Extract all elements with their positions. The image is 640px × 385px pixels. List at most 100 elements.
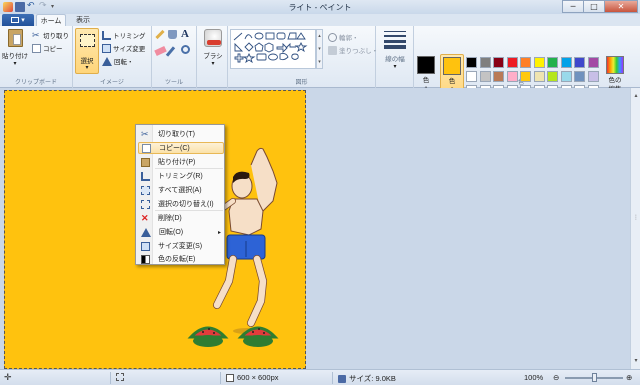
context-menu-item[interactable]: すべて選択(A) bbox=[138, 184, 224, 196]
selection-icon bbox=[116, 373, 124, 381]
cut-button[interactable]: ✂ 切り取り bbox=[32, 30, 69, 40]
close-button[interactable]: ✕ bbox=[604, 0, 638, 13]
palette-swatch[interactable] bbox=[533, 71, 545, 82]
zoom-in-button[interactable]: ⊕ bbox=[626, 373, 632, 382]
crop-label: トリミング bbox=[113, 33, 146, 40]
line-width-dropdown-icon: ▾ bbox=[393, 64, 397, 70]
palette-swatch[interactable] bbox=[560, 71, 572, 82]
scroll-up-icon[interactable]: ▴ bbox=[632, 92, 640, 100]
status-divider bbox=[110, 372, 111, 384]
resize-icon bbox=[102, 43, 111, 53]
palette-swatch[interactable] bbox=[574, 71, 585, 82]
image-group-label: イメージ bbox=[100, 80, 124, 86]
brushes-button[interactable]: ブラシ ▾ bbox=[200, 29, 226, 67]
zoom-text: 100% bbox=[524, 373, 544, 382]
shapes-group-label: 図形 bbox=[295, 80, 308, 86]
fill-icon bbox=[328, 45, 337, 55]
palette-swatch[interactable] bbox=[520, 71, 531, 82]
context-menu-item[interactable]: サイズ変更(S) bbox=[138, 240, 224, 252]
context-menu-item-label: すべて選択(A) bbox=[158, 187, 202, 194]
context-menu-item[interactable]: ✂ 切り取り(T) bbox=[138, 128, 224, 140]
context-menu-item-label: サイズ変更(S) bbox=[158, 243, 203, 250]
disk-icon bbox=[338, 374, 346, 383]
palette-swatch[interactable] bbox=[479, 71, 491, 82]
palette-swatch[interactable] bbox=[574, 57, 585, 68]
palette-swatch[interactable] bbox=[547, 57, 558, 68]
color-picker-icon[interactable] bbox=[165, 46, 176, 57]
context-menu-item-label: 削除(D) bbox=[158, 215, 182, 222]
paste-dropdown-icon: ▾ bbox=[13, 61, 17, 67]
palette-swatch[interactable] bbox=[520, 57, 531, 68]
zoom-out-icon: ⊖ bbox=[553, 373, 560, 382]
zoom-slider-thumb[interactable] bbox=[592, 373, 597, 382]
palette-swatch[interactable] bbox=[479, 57, 491, 68]
file-menu-button[interactable]: ▾ bbox=[2, 14, 34, 26]
tab-home[interactable]: ホーム bbox=[36, 14, 66, 26]
paste-label: 貼り付け bbox=[2, 53, 28, 60]
context-menu-item[interactable]: コピー(C) bbox=[138, 142, 224, 154]
selection-size bbox=[116, 373, 124, 381]
window-title: ライト - ペイント bbox=[288, 3, 352, 12]
select-button[interactable]: 選択 ▾ bbox=[75, 28, 99, 74]
scroll-thumb-grip[interactable]: ⋮ bbox=[633, 214, 639, 221]
shapes-gallery[interactable] bbox=[230, 29, 316, 69]
zoom-in-icon: ⊕ bbox=[626, 373, 633, 382]
palette-swatch[interactable] bbox=[466, 71, 477, 82]
file-size: サイズ: 9.0KB bbox=[338, 373, 396, 384]
outline-button[interactable]: 輪郭・ bbox=[328, 32, 359, 42]
context-menu-item[interactable]: トリミング(R) bbox=[138, 170, 224, 182]
scissors-icon: ✂ bbox=[32, 29, 40, 40]
brushes-dropdown-icon: ▾ bbox=[211, 61, 215, 67]
line-width-label: 線の幅 bbox=[385, 56, 405, 63]
rotate-icon bbox=[102, 56, 112, 66]
pencil-icon[interactable] bbox=[155, 29, 165, 40]
context-menu-item-label: トリミング(R) bbox=[158, 173, 203, 180]
shapes-scroll[interactable]: ▴ ▾ ▾ bbox=[316, 29, 323, 69]
palette-swatch[interactable] bbox=[547, 71, 558, 82]
copy-button[interactable]: コピー bbox=[32, 43, 63, 53]
vertical-scrollbar[interactable]: ▴ ⋮ ▾ bbox=[630, 88, 640, 369]
palette-swatch[interactable] bbox=[587, 71, 599, 82]
crop-button[interactable]: トリミング bbox=[102, 30, 146, 40]
line-width-button[interactable]: 線の幅 ▾ bbox=[380, 29, 410, 70]
magnifier-icon[interactable] bbox=[181, 45, 190, 54]
palette-swatch[interactable] bbox=[493, 71, 504, 82]
palette-swatch[interactable] bbox=[506, 57, 518, 68]
minimize-button[interactable]: ─ bbox=[562, 0, 584, 13]
context-menu-item[interactable]: 選択の切り替え(I) bbox=[138, 198, 224, 210]
paste-icon bbox=[7, 29, 23, 47]
zoom-out-button[interactable]: ⊖ bbox=[553, 373, 559, 382]
delete-icon: ✕ bbox=[141, 212, 149, 223]
scissors-icon: ✂ bbox=[141, 128, 149, 139]
resize-button[interactable]: サイズ変更 bbox=[102, 43, 145, 53]
context-menu-item[interactable]: 色の反転(E) bbox=[138, 253, 224, 265]
filesize-text: サイズ: 9.0KB bbox=[349, 374, 396, 383]
palette-swatch[interactable] bbox=[560, 57, 572, 68]
paste-button[interactable]: 貼り付け ▾ bbox=[2, 29, 28, 67]
fill-button[interactable]: 塗りつぶし・ bbox=[328, 45, 378, 55]
brushes-group: ブラシ ▾ bbox=[197, 26, 228, 88]
rotate-button[interactable]: 回転・ bbox=[102, 56, 134, 66]
context-menu-item[interactable]: 回転(O) ▸ bbox=[138, 226, 224, 238]
text-tool-icon[interactable]: A bbox=[181, 28, 189, 40]
context-menu-item-label: 選択の切り替え(I) bbox=[158, 201, 214, 208]
context-menu-item[interactable]: 貼り付け(P) bbox=[138, 156, 224, 168]
context-menu-item[interactable]: ✕ 削除(D) bbox=[138, 212, 224, 224]
file-menu-icon bbox=[11, 17, 20, 23]
palette-swatch[interactable] bbox=[466, 57, 477, 68]
title-bar: ↶ ↷ ▾ ライト - ペイント ─ □ ✕ bbox=[0, 0, 640, 14]
context-menu-item-label: 切り取り(T) bbox=[158, 131, 195, 138]
scroll-down-icon[interactable]: ▾ bbox=[632, 357, 640, 365]
fill-label: 塗りつぶし・ bbox=[339, 48, 379, 55]
palette-swatch[interactable] bbox=[587, 57, 599, 68]
copy-icon bbox=[32, 43, 41, 53]
palette-swatch[interactable] bbox=[493, 57, 504, 68]
maximize-button[interactable]: □ bbox=[583, 0, 605, 13]
palette-swatch[interactable] bbox=[506, 71, 518, 82]
palette-swatch[interactable] bbox=[533, 57, 545, 68]
copy-label: コピー bbox=[43, 46, 63, 53]
context-menu-item-label: 回転(O) bbox=[159, 229, 184, 236]
context-menu-item-label: 色の反転(E) bbox=[158, 256, 196, 263]
tab-view[interactable]: 表示 bbox=[70, 14, 96, 26]
fill-bucket-icon[interactable] bbox=[168, 30, 177, 39]
